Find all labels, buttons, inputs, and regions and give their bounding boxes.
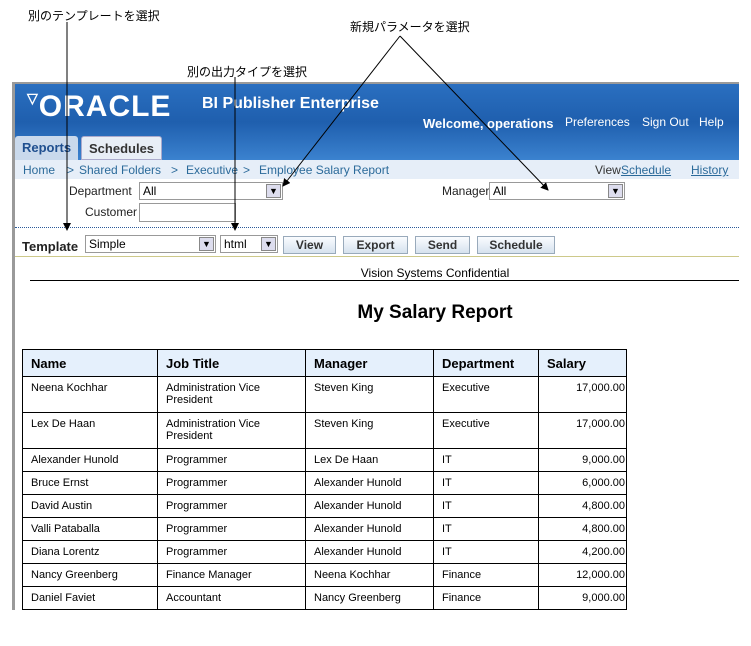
arrow-manager (399, 35, 549, 191)
callout-arrows (63, 22, 549, 231)
arrow-department (282, 35, 401, 187)
